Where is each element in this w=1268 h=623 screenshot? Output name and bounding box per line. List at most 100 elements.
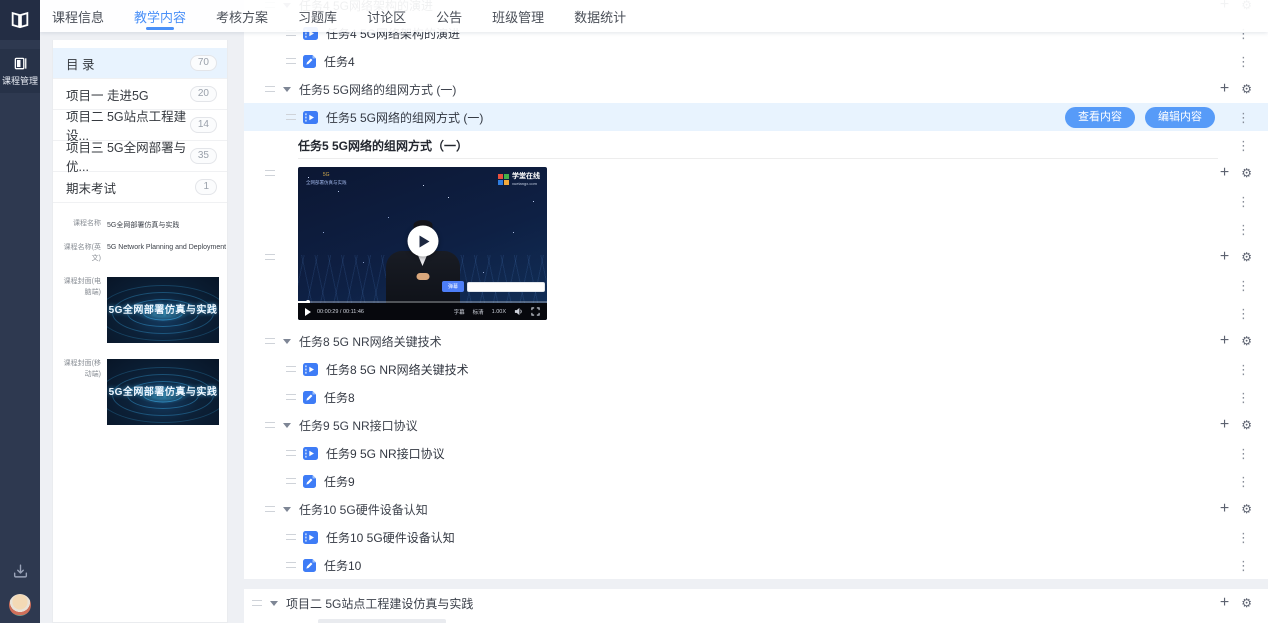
gear-icon[interactable]: ⚙ — [1241, 419, 1252, 431]
nav-tab[interactable]: 公告 — [436, 0, 462, 32]
volume-icon[interactable] — [514, 307, 523, 316]
catalog-item[interactable]: 目 录70 — [53, 48, 227, 79]
chevron-down-icon[interactable] — [283, 423, 291, 428]
subtitle-button[interactable]: 字幕 — [454, 308, 465, 316]
gear-icon[interactable]: ⚙ — [1241, 167, 1252, 179]
task-item-row[interactable]: 任务10⋮ — [244, 551, 1268, 579]
video-content-icon — [303, 363, 318, 376]
nav-tab[interactable]: 习题库 — [298, 0, 337, 32]
gear-icon[interactable]: ⚙ — [1241, 503, 1252, 515]
play-overlay-button[interactable] — [407, 226, 438, 257]
user-avatar[interactable] — [9, 594, 31, 616]
fullscreen-icon[interactable] — [531, 307, 540, 316]
play-button[interactable] — [305, 308, 311, 316]
drag-handle[interactable] — [286, 562, 296, 568]
section-row[interactable]: 任务8 5G NR网络关键技术+⚙ — [244, 327, 1268, 355]
edit-content-button[interactable]: 编辑内容 — [1145, 107, 1215, 128]
add-content-button[interactable]: + — [1220, 418, 1229, 432]
more-options-icon[interactable]: ⋮ — [1235, 139, 1252, 152]
drag-handle[interactable] — [265, 170, 275, 176]
course-info-field: 课程封面(电脑端)5G全网部署仿真与实践 — [57, 277, 221, 343]
more-options-icon[interactable]: ⋮ — [1235, 111, 1252, 124]
add-content-button[interactable]: + — [1220, 502, 1229, 516]
more-options-icon[interactable]: ⋮ — [1235, 363, 1252, 376]
app-logo[interactable] — [0, 0, 40, 40]
section-row[interactable]: 任务9 5G NR接口协议+⚙ — [244, 411, 1268, 439]
chevron-down-icon[interactable] — [283, 87, 291, 92]
drag-handle[interactable] — [252, 600, 262, 606]
chevron-down-icon[interactable] — [283, 507, 291, 512]
download-icon[interactable] — [12, 562, 29, 579]
drag-handle[interactable] — [265, 86, 275, 92]
nav-tab[interactable]: 班级管理 — [492, 0, 544, 32]
task-item-row[interactable]: 任务5 5G网络的组网方式 (一)查看内容编辑内容⋮ — [244, 103, 1268, 131]
count-badge: 20 — [190, 86, 217, 102]
clipped-row — [244, 617, 1268, 623]
more-options-icon[interactable]: ⋮ — [1235, 195, 1252, 208]
catalog-item[interactable]: 期末考试1 — [53, 172, 227, 203]
quality-button[interactable]: 标清 — [473, 308, 484, 316]
drag-handle[interactable] — [286, 58, 296, 64]
drag-handle[interactable] — [265, 254, 275, 260]
nav-tab[interactable]: 教学内容 — [134, 0, 186, 32]
section-label: 任务10 5G硬件设备认知 — [299, 501, 428, 518]
chevron-down-icon[interactable] — [283, 339, 291, 344]
catalog-item-label: 目 录 — [66, 54, 94, 73]
task-item-row[interactable]: 任务10 5G硬件设备认知⋮ — [244, 523, 1268, 551]
gear-icon[interactable]: ⚙ — [1241, 597, 1252, 609]
drag-handle[interactable] — [286, 366, 296, 372]
view-content-button[interactable]: 查看内容 — [1065, 107, 1135, 128]
section-row[interactable]: 任务10 5G硬件设备认知 + ⚙ — [244, 495, 1268, 523]
add-content-button[interactable]: + — [1220, 82, 1229, 96]
nav-tab[interactable]: 讨论区 — [367, 0, 406, 32]
task-item-row[interactable]: 任务8⋮ — [244, 383, 1268, 411]
row-actions: +⚙ — [1220, 418, 1268, 432]
gear-icon[interactable]: ⚙ — [1241, 335, 1252, 347]
speed-button[interactable]: 1.00X — [492, 309, 506, 315]
danmaku-input[interactable] — [467, 282, 545, 292]
add-content-button[interactable]: + — [1220, 596, 1229, 610]
more-options-icon[interactable]: ⋮ — [1235, 531, 1252, 544]
add-content-button[interactable]: + — [1220, 250, 1229, 264]
video-player[interactable]: 5G 全网部署仿真与实践 学堂在线 xuetangx.com 弹幕 00:00:… — [298, 167, 547, 320]
gear-icon[interactable]: ⚙ — [1241, 251, 1252, 263]
gear-icon[interactable]: ⚙ — [1241, 83, 1252, 95]
more-options-icon[interactable]: ⋮ — [1235, 307, 1252, 320]
nav-tab[interactable]: 考核方案 — [216, 0, 268, 32]
catalog-item[interactable]: 项目三 5G全网部署与优...35 — [53, 141, 227, 172]
more-options-icon[interactable]: ⋮ — [1235, 475, 1252, 488]
more-options-icon[interactable]: ⋮ — [1235, 391, 1252, 404]
course-management-icon — [13, 56, 28, 71]
row-actions: ⋮ — [1235, 363, 1268, 376]
more-options-icon[interactable]: ⋮ — [1235, 559, 1252, 572]
video-content-icon — [303, 531, 318, 544]
more-options-icon[interactable]: ⋮ — [1235, 55, 1252, 68]
task-item-row[interactable]: 任务8 5G NR网络关键技术⋮ — [244, 355, 1268, 383]
drag-handle[interactable] — [265, 338, 275, 344]
drag-handle[interactable] — [265, 506, 275, 512]
drag-handle[interactable] — [286, 534, 296, 540]
nav-tab[interactable]: 数据统计 — [574, 0, 626, 32]
chevron-down-icon[interactable] — [270, 601, 278, 606]
sidebar-item-course-management[interactable]: 课程管理 — [0, 49, 40, 93]
task-item-row[interactable]: 任务9 ⋮ — [244, 467, 1268, 495]
danmaku-button[interactable]: 弹幕 — [442, 281, 464, 292]
section-row[interactable]: 任务5 5G网络的组网方式 (一)+⚙ — [244, 75, 1268, 103]
task-item-row[interactable]: 任务9 5G NR接口协议⋮ — [244, 439, 1268, 467]
add-content-button[interactable]: + — [1220, 166, 1229, 180]
doc-icon-wrap — [303, 559, 316, 572]
drag-handle[interactable] — [286, 478, 296, 484]
more-options-icon[interactable]: ⋮ — [1235, 223, 1252, 236]
section-row[interactable]: 项目二 5G站点工程建设仿真与实践+⚙ — [244, 589, 1268, 617]
task-item-row[interactable]: 任务4⋮ — [244, 47, 1268, 75]
drag-handle[interactable] — [286, 114, 296, 120]
drag-handle[interactable] — [265, 422, 275, 428]
nav-tab[interactable]: 课程信息 — [52, 0, 104, 32]
add-content-button[interactable]: + — [1220, 334, 1229, 348]
more-options-icon[interactable]: ⋮ — [1235, 447, 1252, 460]
more-options-icon[interactable]: ⋮ — [1235, 279, 1252, 292]
preview-title-row[interactable]: 任务5 5G网络的组网方式（一）⋮ — [244, 131, 1268, 159]
item-label: 任务9 — [324, 473, 355, 490]
drag-handle[interactable] — [286, 394, 296, 400]
drag-handle[interactable] — [286, 450, 296, 456]
